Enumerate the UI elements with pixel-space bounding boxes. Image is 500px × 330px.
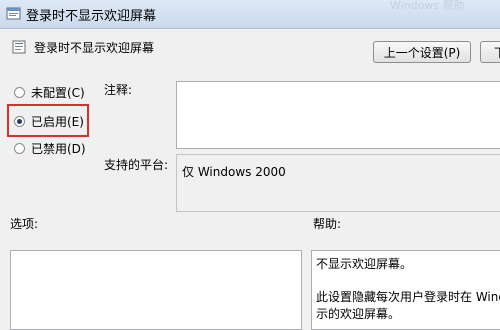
title-bar: 登录时不显示欢迎屏幕 Windows 帮助 (0, 0, 500, 29)
radio-not-configured[interactable]: 未配置(C) (14, 84, 85, 101)
help-text-line: 此设置隐藏每次用户登录时在 Wind (316, 290, 500, 304)
policy-title: 登录时不显示欢迎屏幕 (34, 41, 155, 55)
platform-value: 仅 Windows 2000 (182, 165, 286, 179)
comment-textarea[interactable] (176, 81, 500, 149)
help-label: 帮助: (313, 217, 342, 231)
comment-label: 注释: (104, 83, 133, 97)
help-text-line: 不显示欢迎屏幕。 (316, 257, 413, 271)
radio-button[interactable] (14, 87, 25, 98)
next-setting-button[interactable]: 下 (480, 41, 500, 63)
options-panel[interactable] (10, 250, 302, 330)
radio-button[interactable] (14, 143, 25, 154)
highlight-annotation-box (7, 104, 89, 137)
policy-setting-icon (12, 40, 26, 54)
radio-label: 未配置(C) (31, 86, 85, 100)
help-text-line: 示的欢迎屏幕。 (316, 307, 401, 321)
previous-setting-button[interactable]: 上一个设置(P) (373, 41, 471, 63)
background-window-text: Windows 帮助 (390, 0, 465, 12)
window-title: 登录时不显示欢迎屏幕 (26, 9, 157, 24)
radio-label: 已禁用(D) (31, 142, 86, 156)
radio-disabled[interactable]: 已禁用(D) (14, 140, 86, 157)
options-label: 选项: (10, 217, 39, 231)
dialog-client-area: 登录时不显示欢迎屏幕 上一个设置(P) 下 未配置(C) 已启用(E) 已禁用(… (0, 29, 500, 330)
policy-window-icon (6, 7, 21, 20)
platform-label: 支持的平台: (104, 158, 169, 172)
